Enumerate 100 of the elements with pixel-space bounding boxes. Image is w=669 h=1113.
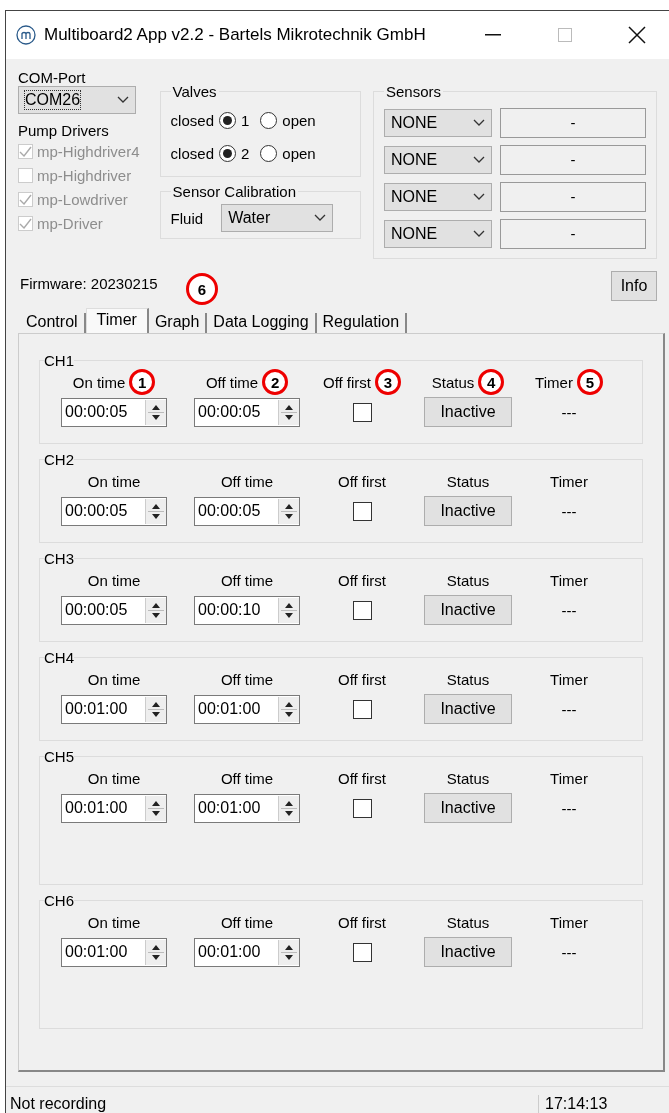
tab[interactable]: Timer: [85, 308, 149, 333]
open-label: open: [282, 145, 316, 162]
sensor-type-dropdown[interactable]: NONE: [384, 108, 492, 137]
off-time-spinner[interactable]: 00:00:05: [194, 397, 300, 427]
pump-driver-checkbox[interactable]: [18, 143, 33, 159]
column-header: Timer: [550, 670, 588, 688]
off-time-spinner[interactable]: 00:01:00: [194, 793, 300, 823]
sensor-calibration-title: Sensor Calibration: [171, 183, 297, 200]
info-button[interactable]: Info: [611, 271, 657, 301]
column-header: Off first: [337, 913, 387, 931]
off-first-checkbox[interactable]: [352, 699, 372, 719]
timer-value: ---: [561, 403, 577, 421]
column-header: On time: [87, 769, 141, 787]
off-time-spinner[interactable]: 00:00:10: [194, 595, 300, 625]
channel-title: CH2: [44, 451, 74, 468]
valve-number: 2: [240, 145, 250, 162]
sensors-title: Sensors: [385, 83, 443, 100]
numbered-callout: 2: [262, 369, 289, 395]
fluid-label: Fluid: [170, 209, 204, 227]
channel-title: CH5: [44, 748, 74, 765]
on-time-spinner[interactable]: 00:00:05: [61, 496, 167, 526]
chevron-down-icon: [473, 192, 485, 201]
column-header: Timer: [550, 571, 588, 589]
sensor-type-dropdown[interactable]: NONE: [384, 182, 492, 211]
numbered-callout: 1: [129, 369, 156, 395]
fluid-dropdown[interactable]: Water: [221, 204, 334, 232]
off-first-checkbox[interactable]: [352, 600, 372, 620]
channel-title: CH6: [44, 892, 74, 909]
column-header: Off time: [220, 769, 274, 787]
column-header: Off time: [220, 571, 274, 589]
off-first-checkbox[interactable]: [352, 798, 372, 818]
valves-title: Valves: [171, 83, 218, 100]
open-radio[interactable]: [260, 145, 278, 162]
off-first-checkbox[interactable]: [352, 942, 372, 962]
column-header: Off first: [337, 769, 387, 787]
closed-label: closed: [170, 112, 214, 129]
status-button[interactable]: Inactive: [424, 595, 512, 625]
numbered-callout: 4: [478, 369, 505, 395]
off-first-checkbox[interactable]: [352, 402, 372, 422]
pump-driver-label: mp-Highdriver: [37, 166, 132, 184]
column-header: Status: [446, 571, 490, 589]
channel-title: CH1: [44, 352, 74, 369]
status-button[interactable]: Inactive: [424, 793, 512, 823]
pump-driver-checkbox[interactable]: [18, 215, 33, 231]
sensor-reading: -: [500, 144, 646, 175]
column-header: Off time: [220, 472, 274, 490]
column-header: Status: [446, 913, 490, 931]
column-header: Off first: [337, 571, 387, 589]
column-header: Timer: [550, 913, 588, 931]
channel-title: CH4: [44, 649, 74, 666]
status-button[interactable]: Inactive: [424, 937, 512, 967]
on-time-spinner[interactable]: 00:00:05: [61, 397, 167, 427]
open-radio[interactable]: [260, 112, 278, 129]
valve-number: 1: [240, 112, 250, 129]
pump-driver-label: mp-Highdriver4: [37, 142, 140, 160]
minimize-icon: [485, 34, 501, 36]
off-time-spinner[interactable]: 00:01:00: [194, 937, 300, 967]
column-header: Status: [446, 472, 490, 490]
on-time-spinner[interactable]: 00:01:00: [61, 937, 167, 967]
column-header: On time: [87, 913, 141, 931]
pump-driver-checkbox[interactable]: [18, 191, 33, 207]
close-icon: [628, 26, 646, 44]
column-header: Timer: [550, 769, 588, 787]
column-header: Off time: [220, 913, 274, 931]
pump-driver-checkbox[interactable]: [18, 167, 33, 183]
chevron-down-icon: [314, 214, 327, 222]
numbered-callout: 5: [576, 369, 603, 395]
closed-radio[interactable]: [218, 112, 236, 129]
closed-radio[interactable]: [218, 145, 236, 162]
status-button[interactable]: Inactive: [424, 397, 512, 427]
column-header: Timer: [535, 373, 573, 391]
column-header: Timer: [550, 472, 588, 490]
on-time-spinner[interactable]: 00:01:00: [61, 793, 167, 823]
pump-driver-label: mp-Driver: [37, 214, 103, 232]
column-header: Off first: [322, 373, 372, 391]
timer-value: ---: [561, 502, 577, 520]
status-button[interactable]: Inactive: [424, 694, 512, 724]
open-label: open: [282, 112, 316, 129]
channel-title: CH3: [44, 550, 74, 567]
off-time-spinner[interactable]: 00:01:00: [194, 694, 300, 724]
chevron-down-icon: [473, 118, 485, 127]
column-header: Off time: [205, 373, 259, 391]
chevron-down-icon: [117, 96, 129, 104]
column-header: On time: [87, 472, 141, 490]
off-time-spinner[interactable]: 00:00:05: [194, 496, 300, 526]
sensor-type-dropdown[interactable]: NONE: [384, 219, 492, 248]
status-message: Not recording: [9, 1095, 108, 1113]
status-button[interactable]: Inactive: [424, 496, 512, 526]
com-port-dropdown[interactable]: COM26: [18, 86, 136, 114]
column-header: Status: [446, 769, 490, 787]
sensor-reading: -: [500, 107, 646, 138]
on-time-spinner[interactable]: 00:01:00: [61, 694, 167, 724]
numbered-callout: 3: [375, 369, 402, 395]
on-time-spinner[interactable]: 00:00:05: [61, 595, 167, 625]
sensor-type-dropdown[interactable]: NONE: [384, 145, 492, 174]
firmware-label: Firmware: 20230215: [20, 275, 158, 292]
off-first-checkbox[interactable]: [352, 501, 372, 521]
sensor-reading: -: [500, 181, 646, 212]
column-header: Status: [431, 373, 475, 391]
window-title: Multiboard2 App v2.2 - Bartels Mikrotechnik GmbH: [44, 25, 427, 45]
